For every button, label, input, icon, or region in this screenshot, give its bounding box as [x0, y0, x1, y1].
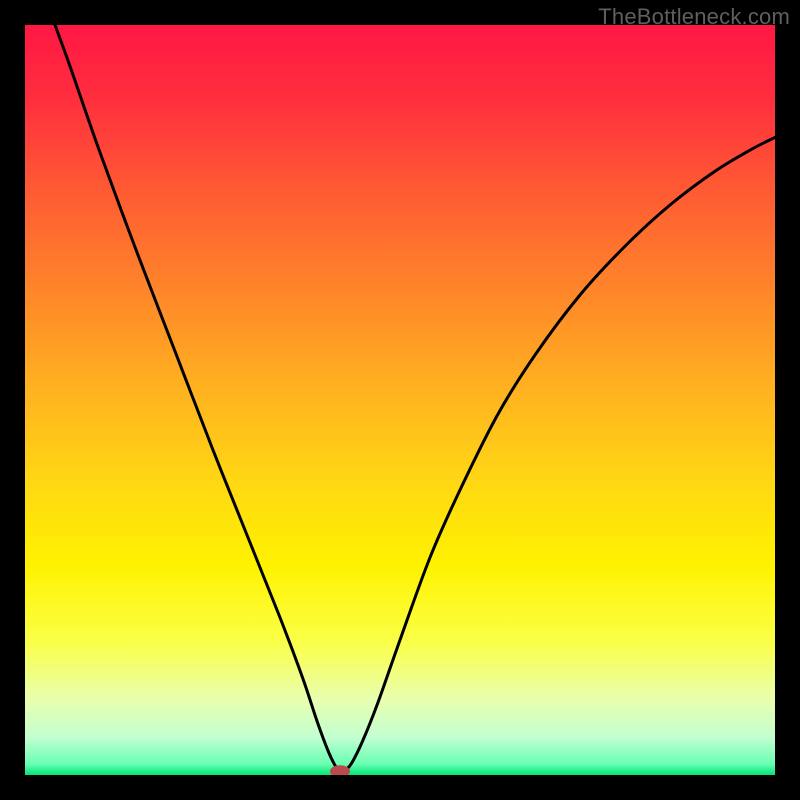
gradient-background	[25, 25, 775, 775]
bottleneck-chart	[25, 25, 775, 775]
watermark-text: TheBottleneck.com	[598, 4, 790, 30]
chart-frame	[25, 25, 775, 775]
